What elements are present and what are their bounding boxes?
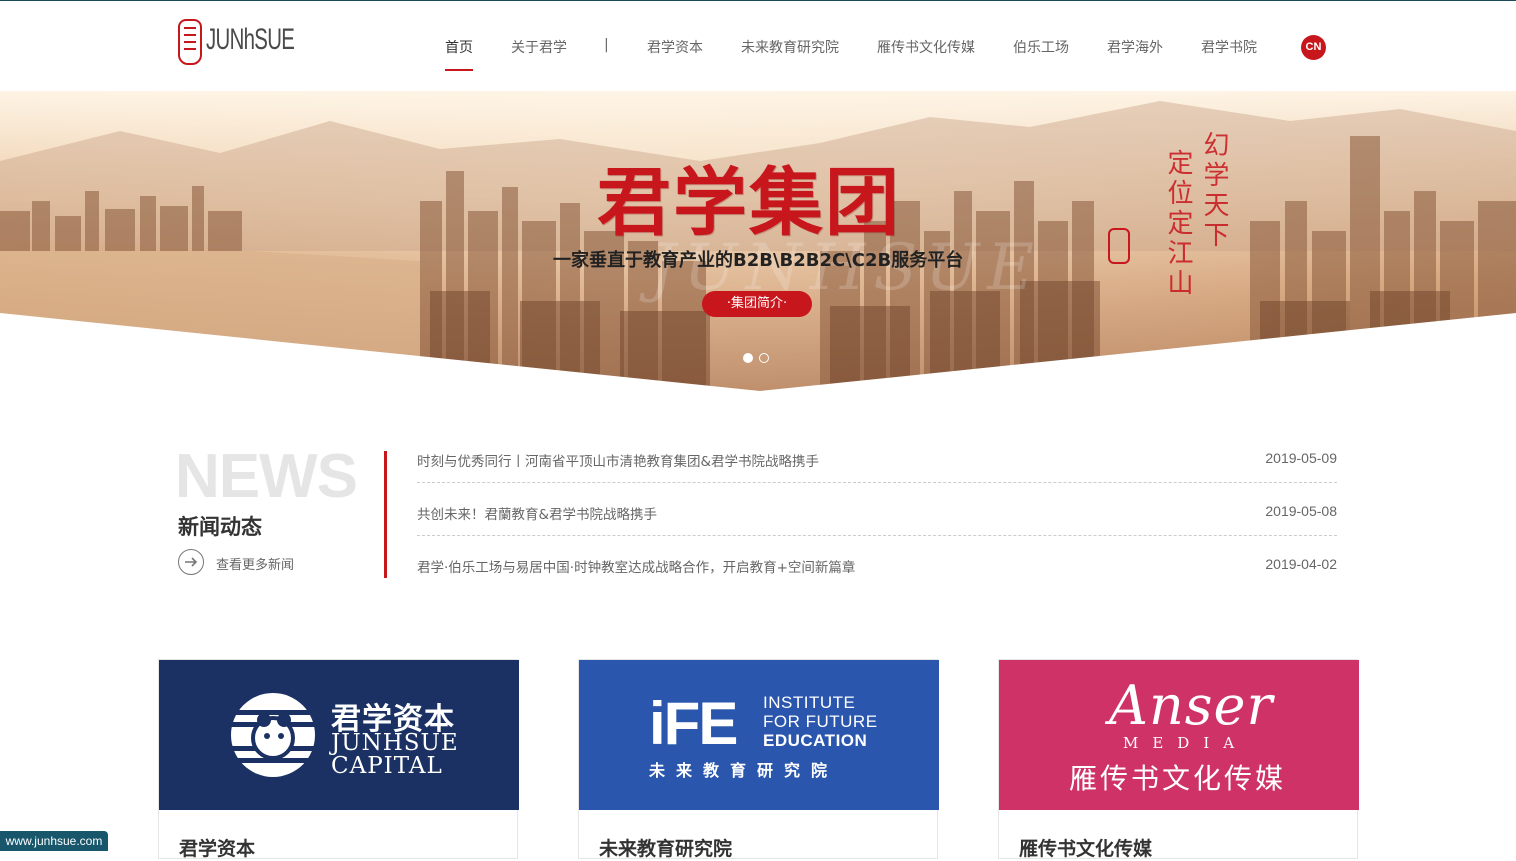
logo-seal-icon bbox=[178, 19, 202, 65]
nav-item-home[interactable]: 首页 bbox=[445, 37, 473, 57]
card-media[interactable]: Anser MEDIA 雁传书文化传媒 雁传书文化传媒 bbox=[998, 659, 1359, 861]
nav-item-media[interactable]: 雁传书文化传媒 bbox=[877, 37, 975, 57]
news-item-date: 2019-05-08 bbox=[1265, 503, 1337, 519]
media-logo-sub: MEDIA bbox=[1123, 734, 1249, 752]
news-item-title[interactable]: 时刻与优秀同行丨河南省平顶山市清艳教育集团&君学书院战略携手 bbox=[417, 450, 819, 470]
nav-item-institute[interactable]: 未来教育研究院 bbox=[741, 37, 839, 57]
news-item[interactable]: 时刻与优秀同行丨河南省平顶山市清艳教育集团&君学书院战略携手 2019-05-0… bbox=[417, 450, 1337, 503]
nav-divider: | bbox=[604, 37, 609, 53]
media-logo-panel: Anser MEDIA 雁传书文化传媒 bbox=[999, 660, 1359, 810]
panda-logo-icon bbox=[230, 693, 316, 777]
banner-subtitle: 一家垂直于教育产业的B2B\B2B2C\C2B服务平台 bbox=[553, 250, 964, 271]
ife-logo-line2: FOR FUTURE bbox=[763, 712, 878, 731]
capital-logo-panel: 君学资本 JUNHSUE CAPITAL bbox=[159, 660, 519, 810]
banner-title: 君学集团 bbox=[597, 160, 901, 246]
hero-banner: JUNHSUE 君学集团 一家垂直于教育产业的B2B\B2B2C\C2B服务平台… bbox=[0, 91, 1516, 391]
ife-logo-mark: iFE bbox=[649, 690, 738, 757]
card-capital[interactable]: 君学资本 JUNHSUE CAPITAL 君学资本 bbox=[158, 659, 519, 861]
nav-active-underline bbox=[445, 69, 473, 71]
news-section-title: 新闻动态 bbox=[178, 515, 262, 539]
news-item-date: 2019-05-09 bbox=[1265, 450, 1337, 466]
news-item-title[interactable]: 共创未来！君蘭教育&君学书院战略携手 bbox=[417, 503, 657, 523]
card-title[interactable]: 未来教育研究院 bbox=[599, 834, 732, 861]
banner-seal-icon bbox=[1108, 228, 1130, 264]
arrow-right-circle-icon bbox=[178, 549, 204, 575]
media-logo-cn: 雁传书文化传媒 bbox=[1069, 762, 1287, 795]
institute-logo-panel: iFE INSTITUTE FOR FUTURE EDUCATION 未来教育研… bbox=[579, 660, 939, 810]
nav-item-about[interactable]: 关于君学 bbox=[511, 37, 567, 57]
news-item[interactable]: 君学·伯乐工场与易居中国·时钟教室达成战略合作，开启教育+空间新篇章 2019-… bbox=[417, 556, 1337, 609]
nav-item-capital[interactable]: 君学资本 bbox=[647, 37, 703, 57]
banner-calligraphy: 幻学天下 定位定江山 bbox=[1160, 131, 1240, 301]
news-item-date: 2019-04-02 bbox=[1265, 556, 1337, 572]
capital-logo-en2: CAPITAL bbox=[331, 753, 443, 779]
slider-dot-2[interactable] bbox=[759, 353, 769, 363]
calligraphy-left: 定位定江山 bbox=[1163, 149, 1193, 299]
card-title[interactable]: 君学资本 bbox=[179, 834, 255, 861]
ife-logo-line1: INSTITUTE bbox=[763, 693, 856, 712]
site-url-badge: www.junhsue.com bbox=[0, 831, 108, 851]
logo-text: JUNhSUE bbox=[206, 23, 295, 56]
anser-logo-text: Anser bbox=[1109, 674, 1274, 737]
more-news-label: 查看更多新闻 bbox=[216, 558, 295, 573]
calligraphy-right: 幻学天下 bbox=[1199, 131, 1229, 251]
ife-logo-line3: EDUCATION bbox=[763, 731, 868, 750]
card-institute[interactable]: iFE INSTITUTE FOR FUTURE EDUCATION 未来教育研… bbox=[578, 659, 939, 861]
group-intro-button[interactable]: ·集团简介· bbox=[702, 291, 812, 317]
news-item-title[interactable]: 君学·伯乐工场与易居中国·时钟教室达成战略合作，开启教育+空间新篇章 bbox=[417, 556, 855, 576]
slider-dot-1[interactable] bbox=[743, 353, 753, 363]
nav-item-overseas[interactable]: 君学海外 bbox=[1107, 37, 1163, 57]
language-switch[interactable]: CN bbox=[1301, 35, 1326, 60]
nav-item-bole[interactable]: 伯乐工场 bbox=[1013, 37, 1069, 57]
nav-item-academy[interactable]: 君学书院 bbox=[1201, 37, 1257, 57]
news-divider bbox=[384, 451, 387, 578]
card-title[interactable]: 雁传书文化传媒 bbox=[1019, 834, 1152, 861]
logo[interactable]: JUNhSUE bbox=[178, 17, 295, 69]
ife-logo-cn: 未来教育研究院 bbox=[649, 761, 839, 780]
news-item[interactable]: 共创未来！君蘭教育&君学书院战略携手 2019-05-08 bbox=[417, 503, 1337, 556]
news-big-heading: NEWS bbox=[175, 442, 358, 511]
site-header: JUNhSUE 首页 关于君学 | 君学资本 未来教育研究院 雁传书文化传媒 伯… bbox=[0, 1, 1516, 91]
